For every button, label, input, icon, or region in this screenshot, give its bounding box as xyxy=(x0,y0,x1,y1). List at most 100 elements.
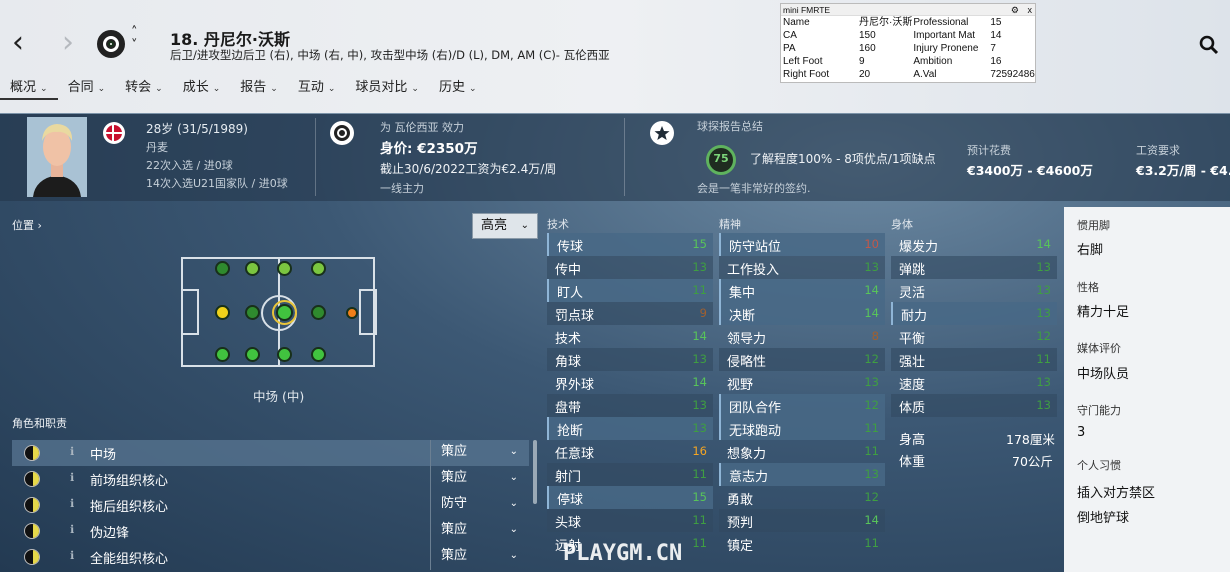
menu-compare[interactable]: 球员对比 ⌄ xyxy=(345,78,429,100)
roles-scrollbar[interactable] xyxy=(533,440,537,504)
attribute-row[interactable]: 无球跑动 11 xyxy=(719,417,885,440)
mini-key: Professional xyxy=(913,17,969,28)
attribute-row[interactable]: 强壮 11 xyxy=(891,348,1057,371)
position-dot[interactable] xyxy=(311,261,326,276)
info-icon[interactable]: ℹ xyxy=(70,497,74,510)
attribute-row[interactable]: 盘带 13 xyxy=(547,394,713,417)
menu-transfer[interactable]: 转会 ⌄ xyxy=(115,78,173,100)
attribute-name: 弹跳 xyxy=(899,263,926,278)
attribute-row[interactable]: 速度 13 xyxy=(891,371,1057,394)
attribute-value: 12 xyxy=(864,352,879,366)
attribute-row[interactable]: 爆发力 14 xyxy=(891,233,1057,256)
player-nation[interactable]: 丹麦 xyxy=(146,139,168,155)
info-icon[interactable]: ℹ xyxy=(70,523,74,536)
attribute-row[interactable]: 角球 13 xyxy=(547,348,713,371)
attribute-row[interactable]: 想象力 11 xyxy=(719,440,885,463)
info-icon[interactable]: ℹ xyxy=(70,549,74,562)
attribute-row[interactable]: 工作投入 13 xyxy=(719,256,885,279)
attribute-name: 防守站位 xyxy=(729,240,782,255)
duty-dropdown[interactable]: 策应 ⌄ xyxy=(430,466,530,492)
position-link[interactable]: 位置 › xyxy=(12,217,42,233)
menu-contract[interactable]: 合同 ⌄ xyxy=(58,78,116,100)
duty-dropdown[interactable]: 防守 ⌄ xyxy=(430,492,530,518)
menu-development[interactable]: 成长 ⌄ xyxy=(173,78,231,100)
attribute-row[interactable]: 意志力 13 xyxy=(719,463,885,486)
attribute-row[interactable]: 侵略性 12 xyxy=(719,348,885,371)
club-label[interactable]: 为 瓦伦西亚 效力 xyxy=(380,119,464,135)
attribute-row[interactable]: 镇定 11 xyxy=(719,532,885,555)
attribute-name: 爆发力 xyxy=(899,240,939,255)
attribute-value: 16 xyxy=(692,444,707,458)
attribute-row[interactable]: 平衡 12 xyxy=(891,325,1057,348)
menu-reports[interactable]: 报告 ⌄ xyxy=(230,78,288,100)
role-row[interactable]: ℹ 全能组织核心 策应 ⌄ xyxy=(12,544,529,570)
attribute-row[interactable]: 视野 13 xyxy=(719,371,885,394)
menu-overview[interactable]: 概况 ⌄ xyxy=(0,78,58,100)
attribute-row[interactable]: 停球 15 xyxy=(547,486,713,509)
attribute-row[interactable]: 预判 14 xyxy=(719,509,885,532)
position-dot[interactable] xyxy=(311,305,326,320)
menu-history[interactable]: 历史 ⌄ xyxy=(429,78,487,100)
scout-score-badge: 75 xyxy=(706,145,736,175)
role-row[interactable]: ℹ 拖后组织核心 防守 ⌄ xyxy=(12,492,529,518)
attribute-row[interactable]: 抢断 13 xyxy=(547,417,713,440)
role-row[interactable]: ℹ 中场 策应 ⌄ xyxy=(12,440,529,466)
attribute-row[interactable]: 勇敢 12 xyxy=(719,486,885,509)
role-row[interactable]: ℹ 前场组织核心 策应 ⌄ xyxy=(12,466,529,492)
attribute-row[interactable]: 界外球 14 xyxy=(547,371,713,394)
position-dot[interactable] xyxy=(245,347,260,362)
close-icon[interactable]: x xyxy=(1028,4,1033,16)
scout-header: 球探报告总结 xyxy=(697,120,763,133)
attribute-row[interactable]: 团队合作 12 xyxy=(719,394,885,417)
position-dot[interactable] xyxy=(346,307,358,319)
attribute-row[interactable]: 灵活 13 xyxy=(891,279,1057,302)
attribute-row[interactable]: 领导力 8 xyxy=(719,325,885,348)
attribute-row[interactable]: 决断 14 xyxy=(719,302,885,325)
attribute-row[interactable]: 弹跳 13 xyxy=(891,256,1057,279)
back-arrow-icon[interactable]: ‹ xyxy=(12,28,24,58)
position-dot[interactable] xyxy=(215,305,230,320)
attribute-row[interactable]: 传中 13 xyxy=(547,256,713,279)
position-dot[interactable] xyxy=(277,261,292,276)
menu-label: 报告 xyxy=(240,80,267,95)
attribute-row[interactable]: 集中 14 xyxy=(719,279,885,302)
position-dot[interactable] xyxy=(245,305,260,320)
attribute-name: 勇敢 xyxy=(727,493,754,508)
player-switch-icon[interactable]: ˄ ˅ xyxy=(131,26,138,52)
menu-interaction[interactable]: 互动 ⌄ xyxy=(288,78,346,100)
gear-icon[interactable]: ⚙ xyxy=(1011,4,1019,16)
attribute-row[interactable]: 传球 15 xyxy=(547,233,713,256)
position-dot[interactable] xyxy=(215,261,230,276)
position-dot[interactable] xyxy=(311,347,326,362)
highlight-dropdown[interactable]: 高亮 ⌄ xyxy=(472,213,538,239)
attribute-row[interactable]: 技术 14 xyxy=(547,325,713,348)
attribute-row[interactable]: 头球 11 xyxy=(547,509,713,532)
club-crest-icon[interactable] xyxy=(97,30,125,58)
position-dot[interactable] xyxy=(277,347,292,362)
attribute-row[interactable]: 耐力 13 xyxy=(891,302,1057,325)
position-dot[interactable] xyxy=(276,304,293,321)
info-icon[interactable]: ℹ xyxy=(70,471,74,484)
attribute-row[interactable]: 任意球 16 xyxy=(547,440,713,463)
attribute-value: 13 xyxy=(864,467,879,481)
mini-fmrte-window[interactable]: mini FMRTE ⚙ x Name 丹尼尔·沃斯 Professional 15 CA… xyxy=(780,3,1036,83)
info-icon[interactable]: ℹ xyxy=(70,445,74,458)
chevron-down-icon: ⌄ xyxy=(155,84,163,94)
position-dot[interactable] xyxy=(245,261,260,276)
mini-value: 14 xyxy=(990,30,1002,41)
duty-dropdown[interactable]: 策应 ⌄ xyxy=(430,518,530,544)
attribute-value: 14 xyxy=(864,283,879,297)
position-dot[interactable] xyxy=(215,347,230,362)
attribute-row[interactable]: 射门 11 xyxy=(547,463,713,486)
search-icon[interactable] xyxy=(1198,34,1220,56)
attribute-row[interactable]: 防守站位 10 xyxy=(719,233,885,256)
attribute-row[interactable]: 盯人 11 xyxy=(547,279,713,302)
duty-dropdown[interactable]: 策应 ⌄ xyxy=(430,544,530,570)
forward-arrow-icon[interactable]: › xyxy=(62,28,74,58)
pitch-diagram xyxy=(181,257,377,367)
role-row[interactable]: ℹ 伪边锋 策应 ⌄ xyxy=(12,518,529,544)
attribute-row[interactable]: 体质 13 xyxy=(891,394,1057,417)
mini-title-bar[interactable]: mini FMRTE ⚙ x xyxy=(781,4,1035,16)
duty-dropdown[interactable]: 策应 ⌄ xyxy=(430,440,530,466)
attribute-row[interactable]: 罚点球 9 xyxy=(547,302,713,325)
